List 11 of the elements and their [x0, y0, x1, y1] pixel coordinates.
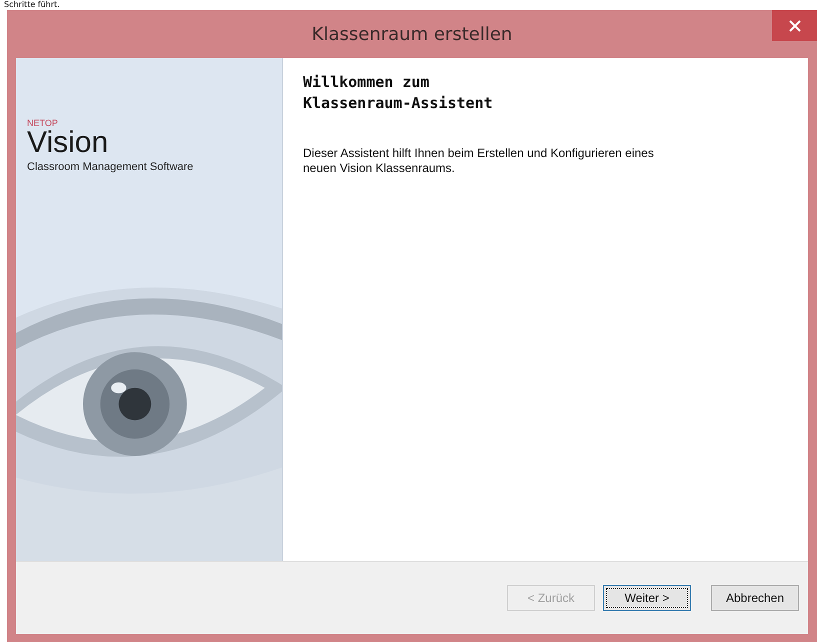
close-icon [788, 20, 800, 32]
cancel-button[interactable]: Abbrechen [711, 585, 799, 611]
window-title: Klassenraum erstellen [312, 24, 512, 44]
next-button[interactable]: Weiter > [603, 585, 691, 611]
vendor-logo: NETOP [27, 118, 58, 128]
wizard-description: Dieser Assistent hilft Ihnen beim Erstellen und Konfigurieren eines neuen Vision Klassenraums. [303, 146, 655, 176]
page-caption: Schritte führt. [4, 0, 60, 10]
wizard-heading: Willkommen zum Klassenraum-Assistent [303, 72, 494, 114]
product-logo: Vision [27, 128, 108, 158]
tagline: Classroom Management Software [27, 161, 194, 173]
close-button[interactable] [772, 10, 817, 41]
